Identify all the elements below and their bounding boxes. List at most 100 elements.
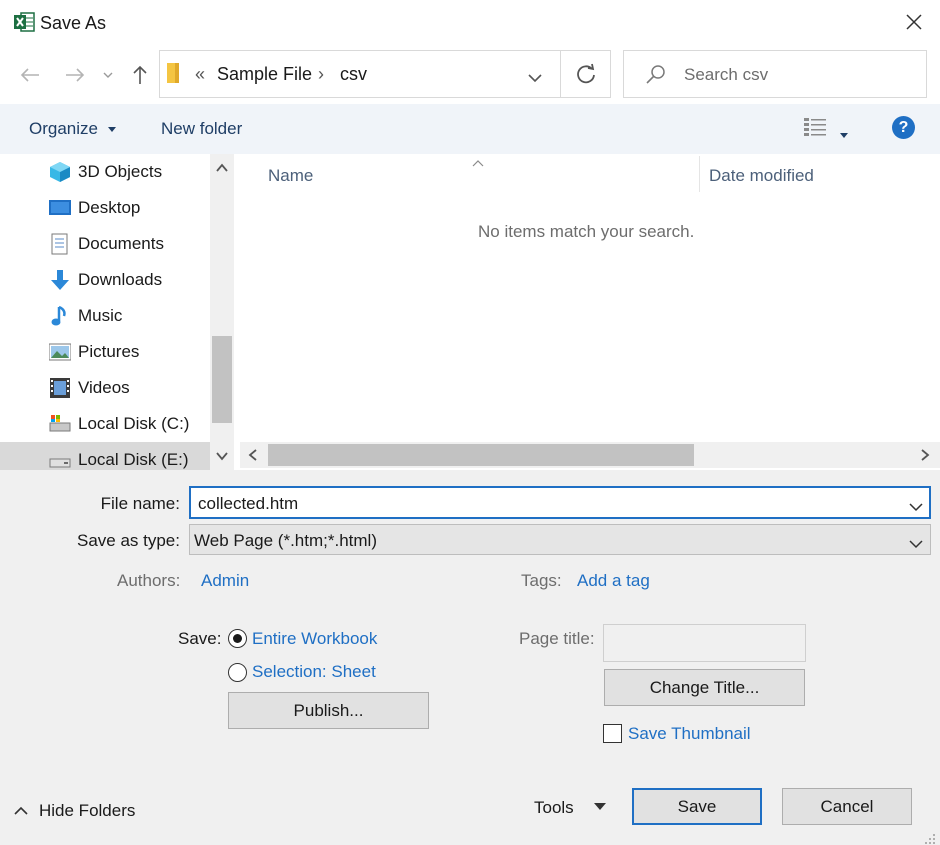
nav-item-documents[interactable]: Documents — [0, 226, 210, 262]
arrow-up-icon — [133, 65, 147, 84]
radio-entire-workbook[interactable] — [228, 629, 247, 648]
resize-grip-icon[interactable] — [924, 830, 936, 844]
new-folder-button[interactable]: New folder — [161, 119, 242, 139]
chevron-up-icon — [216, 163, 228, 172]
publish-button[interactable]: Publish... — [228, 692, 429, 729]
nav-item-desktop[interactable]: Desktop — [0, 190, 210, 226]
refresh-button[interactable] — [574, 62, 598, 86]
radio-entire-workbook-label[interactable]: Entire Workbook — [252, 629, 377, 649]
scroll-up-button[interactable] — [214, 160, 230, 176]
file-name-value[interactable]: collected.htm — [198, 494, 298, 514]
search-placeholder: Search csv — [684, 65, 769, 84]
help-button[interactable]: ? — [892, 116, 915, 139]
file-name-field[interactable] — [189, 486, 931, 519]
folder-icon — [167, 63, 181, 83]
search-icon — [645, 63, 667, 85]
drive-icon — [49, 458, 71, 468]
arrow-left-icon — [20, 68, 39, 82]
music-icon — [51, 305, 66, 326]
breadcrumb-separator-icon: › — [318, 64, 324, 84]
nav-item-local-disk-e[interactable]: Local Disk (E:) — [0, 442, 210, 470]
breadcrumb-overflow[interactable]: « — [195, 64, 205, 85]
scroll-right-button[interactable] — [917, 447, 933, 463]
arrow-right-icon — [66, 68, 85, 82]
file-list-scroll-thumb[interactable] — [268, 444, 694, 466]
tools-menu[interactable]: Tools — [534, 798, 614, 820]
nav-item-label: Local Disk (E:) — [78, 450, 189, 469]
address-divider — [560, 50, 561, 98]
save-as-type-dropdown[interactable] — [909, 534, 923, 549]
up-button[interactable] — [125, 60, 155, 90]
details-view-icon — [804, 118, 826, 136]
scroll-left-button[interactable] — [245, 447, 261, 463]
recent-locations-button[interactable] — [96, 60, 120, 90]
forward-button[interactable] — [60, 60, 90, 90]
nav-item-pictures[interactable]: Pictures — [0, 334, 210, 370]
file-name-dropdown[interactable] — [909, 497, 923, 512]
column-header-date-modified[interactable]: Date modified — [709, 166, 814, 186]
nav-item-label: Pictures — [78, 342, 140, 361]
window-title: Save As — [40, 13, 107, 33]
nav-item-music[interactable]: Music — [0, 298, 210, 334]
title-bar — [0, 0, 940, 46]
chevron-down-icon — [216, 452, 228, 461]
nav-item-3d-objects[interactable]: 3D Objects — [0, 154, 210, 190]
nav-item-downloads[interactable]: Downloads — [0, 262, 210, 298]
add-tag-link[interactable]: Add a tag — [577, 571, 650, 591]
file-list-pane — [236, 154, 940, 470]
breadcrumb-sample-file[interactable]: Sample File — [217, 64, 312, 85]
caret-down-icon — [840, 133, 848, 138]
chevron-up-icon — [14, 806, 28, 815]
nav-item-label: 3D Objects — [78, 162, 163, 181]
downloads-icon — [51, 270, 69, 290]
desktop-icon — [49, 200, 71, 215]
drive-icon — [49, 415, 71, 432]
navigation-pane: 3D Objects Desktop Documents Downloads M… — [0, 154, 236, 470]
chevron-down-icon — [103, 72, 113, 78]
nav-pane-scroll-thumb[interactable] — [212, 336, 232, 423]
nav-item-label: Documents — [78, 234, 164, 253]
close-button[interactable] — [898, 6, 930, 38]
breadcrumb-csv[interactable]: csv — [340, 64, 367, 85]
tags-label: Tags: — [521, 571, 562, 590]
chevron-down-icon — [909, 540, 923, 549]
nav-item-label: Music — [78, 306, 123, 325]
nav-item-label: Local Disk (C:) — [78, 414, 190, 433]
radio-selection-sheet-label[interactable]: Selection: Sheet — [252, 662, 376, 682]
organize-label: Organize — [29, 119, 98, 138]
cancel-button[interactable]: Cancel — [782, 788, 912, 825]
3d-objects-icon — [50, 162, 70, 182]
back-button[interactable] — [15, 60, 45, 90]
nav-item-videos[interactable]: Videos — [0, 370, 210, 406]
radio-selection-sheet[interactable] — [228, 663, 247, 682]
chevron-down-icon — [909, 503, 923, 512]
refresh-icon — [577, 63, 595, 84]
column-divider[interactable] — [699, 156, 700, 192]
tools-label: Tools — [534, 798, 574, 817]
view-options-dropdown[interactable] — [840, 124, 850, 138]
authors-value[interactable]: Admin — [201, 571, 249, 591]
close-icon — [906, 14, 922, 30]
scroll-down-button[interactable] — [214, 448, 230, 464]
nav-item-label: Desktop — [78, 198, 141, 217]
change-title-button[interactable]: Change Title... — [604, 669, 805, 706]
file-name-label: File name: — [100, 494, 180, 513]
chevron-right-icon — [921, 449, 930, 461]
column-header-name[interactable]: Name — [268, 166, 313, 186]
save-thumbnail-checkbox[interactable] — [603, 724, 622, 743]
hide-folders-button[interactable]: Hide Folders — [14, 801, 174, 823]
sort-ascending-icon — [471, 152, 485, 167]
nav-item-label: Downloads — [78, 270, 163, 289]
save-button[interactable]: Save — [632, 788, 762, 825]
search-input[interactable] — [623, 50, 927, 98]
hide-folders-label: Hide Folders — [39, 801, 136, 820]
address-dropdown-button[interactable] — [527, 68, 545, 83]
organize-button[interactable]: Organize — [29, 119, 116, 139]
nav-item-local-disk-c[interactable]: Local Disk (C:) — [0, 406, 210, 442]
page-title-label: Page title: — [519, 629, 595, 648]
pictures-icon — [49, 343, 71, 361]
save-thumbnail-label[interactable]: Save Thumbnail — [628, 724, 751, 744]
chevron-left-icon — [248, 449, 257, 461]
caret-down-icon — [594, 803, 606, 810]
view-options-button[interactable] — [804, 117, 828, 137]
